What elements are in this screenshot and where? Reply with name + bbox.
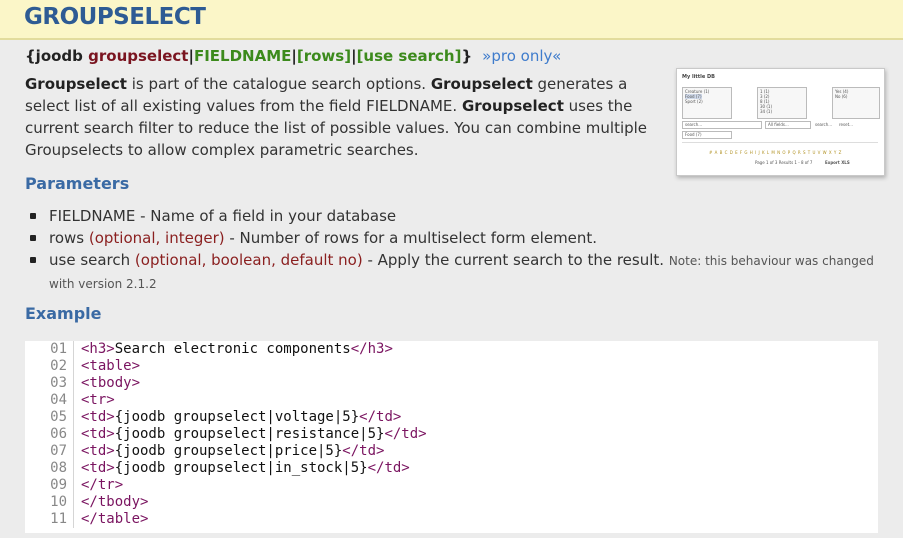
pro-only-link[interactable]: »pro only« <box>482 47 561 65</box>
thumbnail-all-fields: All fields... <box>768 122 789 127</box>
list-item: rows (optional, integer) - Number of row… <box>28 227 888 249</box>
code-tag: <tbody> <box>81 375 141 391</box>
code-tag: </table> <box>81 511 149 527</box>
bullet-icon <box>30 213 36 219</box>
param-description: - Name of a field in your database <box>135 207 397 225</box>
syntax-line: {joodb groupselect|FIELDNAME|[rows]|[use… <box>25 47 561 65</box>
thumbnail-alphabet: # A B C D E F G H I J K L M N O P Q R S … <box>709 150 842 155</box>
line-number: 03 <box>25 375 74 392</box>
line-number: 02 <box>25 358 74 375</box>
param-description: - Apply the current search to the result… <box>362 251 669 269</box>
param-name: use search <box>49 251 135 269</box>
line-number: 04 <box>25 392 74 409</box>
code-tag: <td> <box>81 426 115 442</box>
line-number: 11 <box>25 511 74 528</box>
code-tag: </tr> <box>81 477 124 493</box>
code-tag: </td> <box>367 460 410 476</box>
line-number: 09 <box>25 477 74 494</box>
thumbnail-field-select: All fields... <box>765 121 811 129</box>
syntax-keyword: groupselect <box>88 47 189 65</box>
example-heading: Example <box>25 304 102 323</box>
thumbnail-select-1: Creature (1) Food (7) Sport (2) <box>682 87 732 119</box>
code-tag: </td> <box>342 443 385 459</box>
thumbnail-option: Sport (2) <box>685 99 703 104</box>
line-number: 08 <box>25 460 74 477</box>
parameters-list: FIELDNAME - Name of a field in your data… <box>28 205 888 295</box>
code-line: 11 </table> <box>25 511 148 528</box>
description-paragraph: Groupselect is part of the catalogue sea… <box>25 73 670 161</box>
code-tag: <td> <box>81 460 115 476</box>
code-line: 03 <tbody> <box>25 375 140 392</box>
description-bold: Groupselect <box>25 75 127 93</box>
bullet-icon <box>30 257 36 263</box>
code-line: 10 </tbody> <box>25 494 148 511</box>
bullet-icon <box>30 235 36 241</box>
code-line: 09 </tr> <box>25 477 123 494</box>
code-tag: <h3> <box>81 341 115 357</box>
thumbnail-search-placeholder: search... <box>685 122 703 127</box>
code-tag: <tr> <box>81 392 115 408</box>
thumbnail-select-2: 1 (1) 3 (2) 8 (1) 30 (1) 34 (1) <box>757 87 807 119</box>
code-tag: </tbody> <box>81 494 149 510</box>
thumbnail-reset-button: reset... <box>839 122 853 127</box>
code-tag: </td> <box>384 426 427 442</box>
code-tag: </td> <box>359 409 402 425</box>
list-item: use search (optional, boolean, default n… <box>28 249 888 295</box>
param-options: (optional, integer) <box>88 229 225 247</box>
line-number: 01 <box>25 341 74 358</box>
code-line: 02 <table> <box>25 358 140 375</box>
line-number: 10 <box>25 494 74 511</box>
code-text: Search electronic components <box>114 341 351 357</box>
code-line: 06 <td>{joodb groupselect|resistance|5}</… <box>25 426 427 443</box>
thumbnail-divider <box>682 142 878 143</box>
page-title: GROUPSELECT <box>24 4 206 30</box>
list-item: FIELDNAME - Name of a field in your data… <box>28 205 888 227</box>
syntax-rows: [rows] <box>296 47 352 65</box>
syntax-close: } <box>461 47 473 65</box>
screenshot-thumbnail[interactable]: My little DB Creature (1) Food (7) Sport… <box>676 68 885 176</box>
thumbnail-food-value: Food (7) <box>685 132 702 137</box>
code-line: 01 <h3>Search electronic components</h3> <box>25 341 393 358</box>
thumbnail-title: My little DB <box>682 74 715 80</box>
param-name: FIELDNAME <box>49 207 136 225</box>
parameters-heading: Parameters <box>25 174 130 193</box>
line-number: 07 <box>25 443 74 460</box>
code-text: {joodb groupselect|resistance|5} <box>114 426 385 442</box>
thumbnail-search-button: search... <box>815 122 833 127</box>
thumbnail-export: Export XLS <box>825 160 850 165</box>
description-bold: Groupselect <box>430 75 533 93</box>
code-text: {joodb groupselect|in_stock|5} <box>114 460 368 476</box>
code-line: 04 <tr> <box>25 392 115 409</box>
description-bold: Groupselect <box>461 97 564 115</box>
syntax-use-search: [use search] <box>356 47 462 65</box>
line-number: 06 <box>25 426 74 443</box>
thumbnail-select-3: Yes (4) No (6) <box>832 87 880 119</box>
code-tag: <td> <box>81 409 115 425</box>
code-tag: <td> <box>81 443 115 459</box>
thumbnail-option: No (6) <box>835 94 848 99</box>
thumbnail-search-input: search... <box>682 121 762 129</box>
code-line: 07 <td>{joodb groupselect|price|5}</td> <box>25 443 384 460</box>
syntax-fieldname: FIELDNAME <box>193 47 292 65</box>
thumbnail-option: 34 (1) <box>760 109 773 114</box>
syntax-open: {joodb <box>25 47 89 65</box>
code-tag: <table> <box>81 358 141 374</box>
code-line: 05 <td>{joodb groupselect|voltage|5}</td> <box>25 409 401 426</box>
param-options: (optional, boolean, default no) <box>134 251 363 269</box>
param-description: - Number of rows for a multiselect form … <box>224 229 598 247</box>
code-line: 08 <td>{joodb groupselect|in_stock|5}</td… <box>25 460 410 477</box>
page-header: GROUPSELECT <box>0 0 903 40</box>
line-number: 05 <box>25 409 74 426</box>
param-name: rows <box>49 229 89 247</box>
thumbnail-food-select: Food (7) <box>682 131 732 139</box>
thumbnail-pagination: Page 1 of 3 Results 1 - 8 of 7 <box>755 160 813 165</box>
description-text: is part of the catalogue search options. <box>126 75 431 93</box>
code-tag: </h3> <box>350 341 393 357</box>
code-text: {joodb groupselect|price|5} <box>114 443 343 459</box>
code-block: 01 <h3>Search electronic components</h3> … <box>25 341 878 533</box>
code-text: {joodb groupselect|voltage|5} <box>114 409 360 425</box>
